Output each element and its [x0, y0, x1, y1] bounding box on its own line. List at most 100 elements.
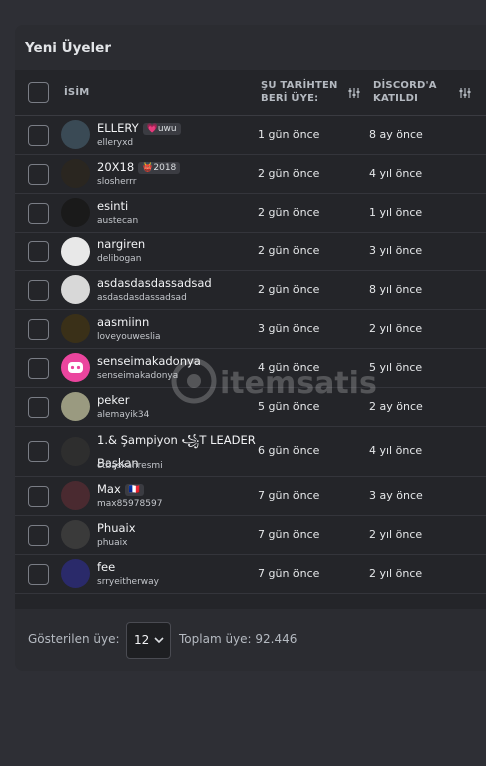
- row-checkbox[interactable]: [28, 441, 49, 462]
- member-name-text: nargiren: [97, 237, 146, 251]
- row-checkbox[interactable]: [28, 202, 49, 224]
- row-checkbox[interactable]: [28, 396, 49, 418]
- member-since-value: 2 gün önce: [258, 166, 320, 180]
- discord-joined-value: 4 yıl önce: [369, 444, 423, 457]
- row-checkbox[interactable]: [28, 318, 49, 340]
- new-members-panel: Yeni Üyeler İSİM ŞU TARİHTEN BERİ ÜYE: D…: [15, 25, 486, 671]
- avatar[interactable]: [61, 198, 90, 227]
- member-name-text: senseimakadonya: [97, 353, 201, 368]
- table-header: İSİM ŞU TARİHTEN BERİ ÜYE: DİSCORD'A KAT…: [15, 70, 486, 116]
- avatar[interactable]: [61, 559, 90, 588]
- total-members-label: Toplam üye: 92.446: [179, 632, 298, 646]
- avatar[interactable]: [61, 275, 90, 304]
- member-tag-badge: 👹2018: [138, 161, 181, 174]
- avatar[interactable]: [61, 120, 90, 149]
- discord-logo-icon: [68, 362, 83, 373]
- member-handle: srryeitherway: [97, 576, 159, 587]
- table-row: 20X18 👹2018 slosherrr 2 gün önce 4 yıl önce: [15, 154, 486, 194]
- header-name: İSİM: [64, 87, 90, 98]
- member-name[interactable]: fee: [97, 560, 115, 574]
- table-row: nargiren delibogan 2 gün önce 3 yıl önce: [15, 232, 486, 271]
- row-checkbox[interactable]: [28, 163, 49, 185]
- row-checkbox[interactable]: [28, 279, 49, 301]
- panel-title: Yeni Üyeler: [25, 40, 111, 56]
- row-checkbox[interactable]: [28, 524, 49, 546]
- member-handle: max85978597: [97, 498, 163, 509]
- member-handle: ctbaskanresmi: [97, 461, 163, 471]
- member-name-text: ELLERY: [97, 120, 139, 135]
- avatar[interactable]: [61, 481, 90, 510]
- avatar[interactable]: [61, 520, 90, 549]
- discord-joined-value: 3 ay önce: [369, 488, 423, 502]
- discord-joined-value: 2 yıl önce: [369, 527, 423, 541]
- row-checkbox[interactable]: [28, 241, 49, 262]
- avatar[interactable]: [61, 436, 90, 466]
- header-member-since: ŞU TARİHTEN BERİ ÜYE:: [261, 80, 338, 104]
- page-size-select[interactable]: 12: [126, 622, 171, 659]
- member-handle: senseimakadonya: [97, 370, 179, 381]
- avatar[interactable]: [61, 392, 90, 421]
- member-name[interactable]: senseimakadonya: [97, 354, 201, 368]
- shown-members-label: Gösterilen üye:: [28, 632, 120, 646]
- avatar[interactable]: [61, 353, 90, 382]
- member-handle: alemayik34: [97, 409, 150, 420]
- member-since-value: 2 gün önce: [258, 205, 320, 219]
- member-name[interactable]: aasmiinn: [97, 315, 149, 329]
- table-row: asdasdasdassadsad asdasdasdassadsad 2 gün …: [15, 270, 486, 310]
- member-since-value: 1 gün önce: [258, 127, 320, 141]
- row-checkbox[interactable]: [28, 124, 49, 146]
- member-name[interactable]: peker: [97, 393, 129, 407]
- discord-joined-value: 2 yıl önce: [369, 566, 423, 580]
- member-name-text: fee: [97, 559, 116, 574]
- avatar[interactable]: [61, 159, 90, 188]
- member-name[interactable]: Max 🇫🇷: [97, 482, 144, 496]
- table-row: fee srryeitherway 7 gün önce 2 yıl önce: [15, 554, 486, 594]
- member-since-value: 4 gün önce: [258, 360, 320, 374]
- table-row: Phuaix phuaix 7 gün önce 2 yıl önce: [15, 515, 486, 555]
- member-handle: delibogan: [97, 254, 142, 264]
- discord-joined-value: 8 yıl önce: [369, 282, 423, 296]
- member-handle: asdasdasdassadsad: [97, 292, 187, 303]
- member-name-text: peker: [97, 392, 130, 407]
- member-name[interactable]: nargiren: [97, 237, 145, 251]
- member-since-value: 2 gün önce: [258, 244, 320, 257]
- member-tag-badge: 💗uwu: [142, 122, 181, 135]
- member-since-value: 5 gün önce: [258, 399, 320, 413]
- discord-joined-value: 3 yıl önce: [369, 244, 423, 257]
- member-since-value: 2 gün önce: [258, 282, 320, 296]
- member-name-text: aasmiinn: [97, 314, 150, 329]
- member-name[interactable]: Phuaix: [97, 521, 136, 535]
- table-row: 1.& Şampiyon ꧁T LEADER Başkan ctbaskanresm…: [15, 426, 486, 477]
- avatar[interactable]: [61, 314, 90, 343]
- member-name-text: Phuaix: [97, 520, 136, 535]
- avatar[interactable]: [61, 236, 90, 266]
- row-checkbox[interactable]: [28, 563, 49, 585]
- member-since-value: 7 gün önce: [258, 488, 320, 502]
- table-row: peker alemayik34 5 gün önce 2 ay önce: [15, 387, 486, 427]
- member-handle: loveyouweslia: [97, 331, 161, 342]
- table-row: aasmiinn loveyouweslia 3 gün önce 2 yıl önc…: [15, 309, 486, 349]
- sort-discord-joined-icon[interactable]: [459, 87, 471, 99]
- member-since-value: 7 gün önce: [258, 566, 320, 580]
- member-name[interactable]: esinti: [97, 199, 128, 213]
- page-size-value: 12: [134, 633, 150, 647]
- member-name[interactable]: 20X18 👹2018: [97, 159, 181, 174]
- member-since-value: 3 gün önce: [258, 321, 320, 335]
- member-name[interactable]: ELLERY 💗uwu: [97, 121, 181, 135]
- member-name-text: Max: [97, 481, 121, 496]
- member-name-text: 1.& Şampiyon ꧁T LEADER: [97, 433, 256, 447]
- member-name[interactable]: asdasdasdassadsad: [97, 276, 212, 290]
- discord-joined-value: 5 yıl önce: [369, 360, 423, 374]
- sort-member-since-icon[interactable]: [348, 87, 360, 99]
- member-name-text: 20X18: [97, 159, 135, 174]
- select-all-checkbox[interactable]: [28, 82, 49, 103]
- member-since-value: 7 gün önce: [258, 527, 320, 541]
- member-handle: elleryxd: [97, 137, 134, 148]
- member-handle: phuaix: [97, 537, 128, 548]
- members-table: İSİM ŞU TARİHTEN BERİ ÜYE: DİSCORD'A KAT…: [15, 70, 486, 609]
- member-handle: slosherrr: [97, 176, 137, 187]
- row-checkbox[interactable]: [28, 485, 49, 507]
- member-name-text: asdasdasdassadsad: [97, 275, 212, 290]
- discord-joined-value: 1 yıl önce: [369, 205, 423, 219]
- row-checkbox[interactable]: [28, 357, 49, 379]
